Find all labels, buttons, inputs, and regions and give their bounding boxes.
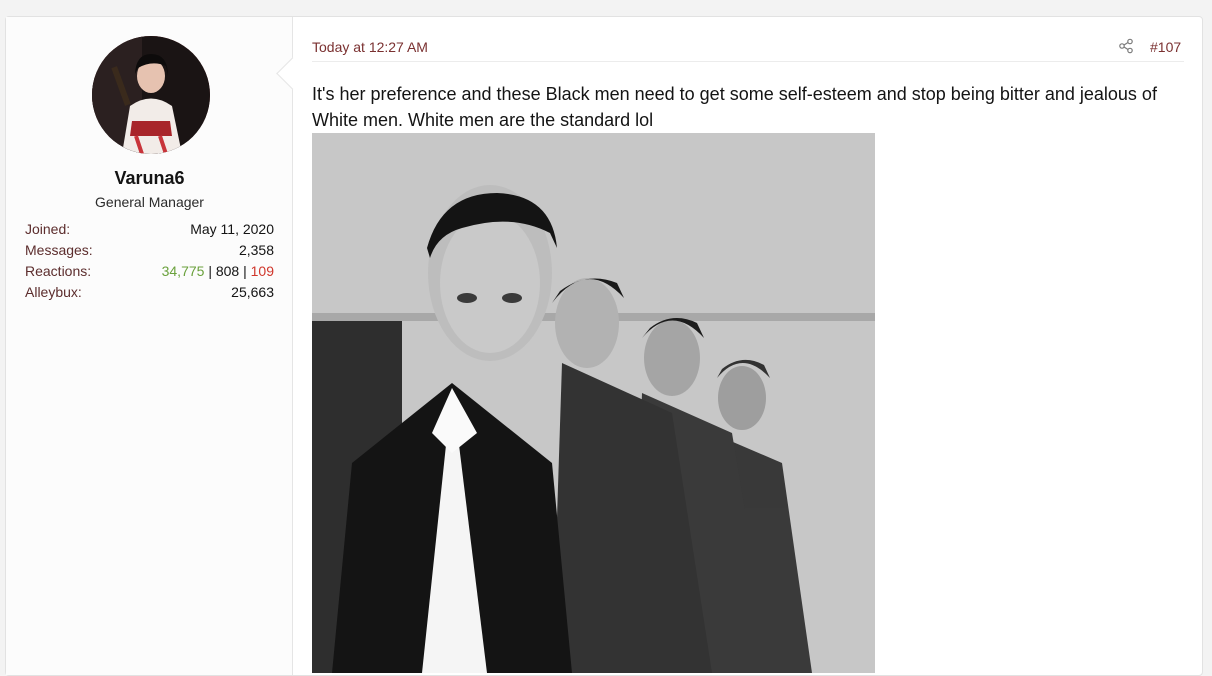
user-title: General Manager: [95, 194, 204, 210]
post-header: Today at 12:27 AM #107: [312, 37, 1184, 62]
stat-row-messages: Messages: 2,358: [25, 240, 274, 261]
avatar-image: [92, 36, 210, 154]
reactions-separator: |: [243, 263, 247, 279]
reactions-neutral: 808: [215, 263, 240, 279]
stat-row-reactions: Reactions: 34,775 | 808 | 109: [25, 261, 274, 282]
reactions-positive: 34,775: [161, 263, 205, 279]
share-icon[interactable]: [1118, 38, 1134, 54]
stat-label-alleybux: Alleybux:: [25, 284, 82, 300]
page-background-pattern: [0, 0, 1212, 16]
stat-value-joined: May 11, 2020: [190, 221, 274, 237]
user-info-panel: Varuna6 General Manager Joined: May 11, …: [6, 17, 293, 675]
post-number-link[interactable]: #107: [1150, 39, 1181, 55]
forum-post: Varuna6 General Manager Joined: May 11, …: [5, 16, 1203, 676]
stat-label-reactions: Reactions:: [25, 263, 92, 279]
stat-label-messages[interactable]: Messages:: [25, 240, 93, 261]
post-gif-image[interactable]: [312, 133, 875, 673]
post-message: It's her preference and these Black men …: [312, 84, 1157, 130]
stat-value-alleybux: 25,663: [231, 284, 274, 300]
post-main: Today at 12:27 AM #107 It's her preferen…: [312, 17, 1184, 675]
stat-row-alleybux: Alleybux: 25,663: [25, 282, 274, 303]
stat-row-joined: Joined: May 11, 2020: [25, 219, 274, 240]
reactions-separator: |: [208, 263, 212, 279]
avatar[interactable]: [92, 36, 210, 154]
stat-value-messages[interactable]: 2,358: [239, 240, 274, 261]
user-stats: Joined: May 11, 2020 Messages: 2,358 Rea…: [25, 219, 274, 303]
username[interactable]: Varuna6: [6, 168, 293, 189]
reactions-negative: 109: [250, 263, 274, 279]
stat-label-joined: Joined:: [25, 221, 71, 237]
stat-value-reactions: 34,775 | 808 | 109: [162, 261, 274, 282]
post-timestamp[interactable]: Today at 12:27 AM: [312, 39, 428, 55]
